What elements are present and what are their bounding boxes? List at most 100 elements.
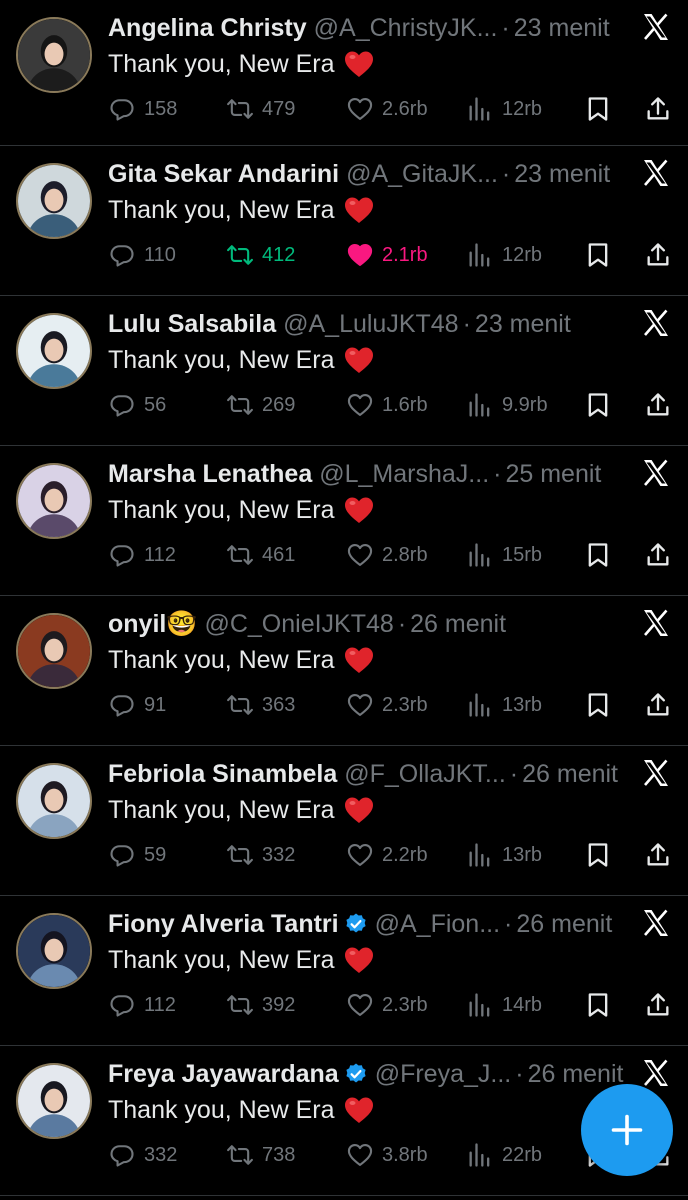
avatar[interactable] [16,613,92,689]
like-button[interactable]: 2.3rb [346,690,428,720]
avatar[interactable] [16,17,92,93]
views-button[interactable]: 13rb [466,840,542,870]
avatar[interactable] [16,163,92,239]
x-close-icon[interactable] [640,157,672,189]
author-name[interactable]: Gita Sekar Andarini [108,158,339,190]
like-button[interactable]: 2.3rb [346,990,428,1020]
x-close-icon[interactable] [640,907,672,939]
timestamp[interactable]: 23 menit [514,158,610,190]
retweet-button[interactable]: 412 [226,240,295,270]
x-close-icon[interactable] [640,1057,672,1089]
x-close-icon[interactable] [640,607,672,639]
author-handle[interactable]: @F_OllaJKT... [344,758,506,790]
retweet-button[interactable]: 461 [226,540,295,570]
reply-button[interactable]: 112 [108,990,176,1020]
share-button[interactable] [644,990,672,1020]
author-handle[interactable]: @Freya_J... [375,1058,512,1090]
tweet[interactable]: Angelina Christy @A_ChristyJK... · 23 me… [0,0,688,146]
like-button[interactable]: 2.6rb [346,94,428,124]
author-name[interactable]: Febriola Sinambela [108,758,337,790]
author-name[interactable]: Marsha Lenathea [108,458,312,490]
tweet[interactable]: Fiony Alveria Tantri @A_Fion... · 26 men… [0,896,688,1046]
tweet[interactable]: Marsha Lenathea @L_MarshaJ... · 25 menit… [0,446,688,596]
tweet[interactable]: Febriola Sinambela @F_OllaJKT... · 26 me… [0,746,688,896]
avatar[interactable] [16,913,92,989]
views-button[interactable]: 12rb [466,94,542,124]
x-close-icon[interactable] [640,457,672,489]
reply-button[interactable]: 332 [108,1140,177,1170]
bookmark-button[interactable] [584,94,612,124]
author-name[interactable]: Angelina Christy [108,12,307,44]
x-close-icon[interactable] [640,307,672,339]
bookmark-button[interactable] [584,390,612,420]
timestamp[interactable]: 26 menit [522,758,618,790]
retweet-button[interactable]: 479 [226,94,295,124]
avatar[interactable] [16,463,92,539]
reply-button[interactable]: 158 [108,94,177,124]
x-close-icon[interactable] [640,11,672,43]
tweet[interactable]: Gita Sekar Andarini @A_GitaJK... · 23 me… [0,146,688,296]
views-button[interactable]: 13rb [466,690,542,720]
timestamp[interactable]: 26 menit [516,908,612,940]
author-name[interactable]: onyil🤓 [108,608,197,640]
bookmark-button[interactable] [584,840,612,870]
author-handle[interactable]: @A_ChristyJK... [314,12,498,44]
share-button[interactable] [644,840,672,870]
author-handle[interactable]: @A_LuluJKT48 [283,308,458,340]
share-button[interactable] [644,240,672,270]
retweet-button[interactable]: 269 [226,390,295,420]
avatar[interactable] [16,313,92,389]
share-button[interactable] [644,94,672,124]
like-button[interactable]: 2.1rb [346,240,428,270]
bookmark-button[interactable] [584,540,612,570]
reply-icon [110,245,134,267]
views-button[interactable]: 22rb [466,1140,542,1170]
timestamp[interactable]: 26 menit [410,608,506,640]
bookmark-button[interactable] [584,990,612,1020]
author-handle[interactable]: @C_OnieIJKT48 [204,608,393,640]
views-button[interactable]: 12rb [466,240,542,270]
retweet-button[interactable]: 363 [226,690,295,720]
author-handle[interactable]: @A_GitaJK... [346,158,498,190]
views-button[interactable]: 9.9rb [466,390,548,420]
bookmark-button[interactable] [584,690,612,720]
timestamp[interactable]: 26 menit [528,1058,624,1090]
views-count: 13rb [502,843,543,866]
tweet[interactable]: Lulu Salsabila @A_LuluJKT48 · 23 menit T… [0,296,688,446]
compose-button[interactable] [581,1084,673,1176]
share-button[interactable] [644,540,672,570]
bookmark-button[interactable] [584,240,612,270]
share-button[interactable] [644,390,672,420]
x-close-icon[interactable] [640,757,672,789]
reply-button[interactable]: 91 [108,690,166,720]
retweet-icon [227,845,253,865]
share-icon [647,543,669,566]
timestamp[interactable]: 25 menit [505,458,601,490]
retweet-button[interactable]: 392 [226,990,295,1020]
like-button[interactable]: 2.2rb [346,840,428,870]
reply-button[interactable]: 56 [108,390,166,420]
avatar[interactable] [16,1063,92,1139]
avatar[interactable] [16,763,92,839]
share-button[interactable] [644,690,672,720]
retweet-button[interactable]: 332 [226,840,295,870]
author-name[interactable]: Fiony Alveria Tantri [108,908,339,940]
reply-icon [110,995,134,1017]
reply-button[interactable]: 110 [108,240,176,270]
tweet[interactable]: onyil🤓 @C_OnieIJKT48 · 26 menit Thank yo… [0,596,688,746]
reply-button[interactable]: 59 [108,840,166,870]
views-button[interactable]: 15rb [466,540,542,570]
author-handle[interactable]: @L_MarshaJ... [319,458,489,490]
author-handle[interactable]: @A_Fion... [375,908,500,940]
like-button[interactable]: 2.8rb [346,540,428,570]
timestamp[interactable]: 23 menit [475,308,571,340]
reply-icon [110,545,134,567]
author-name[interactable]: Freya Jayawardana [108,1058,339,1090]
timestamp[interactable]: 23 menit [514,12,610,44]
author-name[interactable]: Lulu Salsabila [108,308,276,340]
like-button[interactable]: 3.8rb [346,1140,428,1170]
views-button[interactable]: 14rb [466,990,542,1020]
like-button[interactable]: 1.6rb [346,390,428,420]
reply-button[interactable]: 112 [108,540,176,570]
retweet-button[interactable]: 738 [226,1140,295,1170]
